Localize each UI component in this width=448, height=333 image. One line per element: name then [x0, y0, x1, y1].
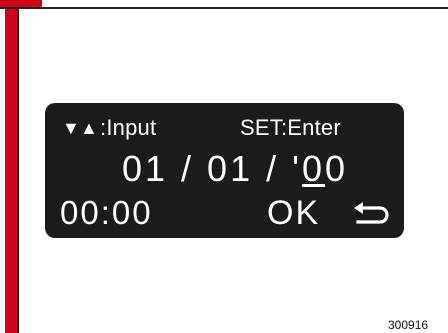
top-rule — [0, 7, 448, 9]
figure-number: 300916 — [388, 318, 429, 332]
set-enter-hint: SET:Enter — [240, 115, 341, 140]
input-hint: :Input — [100, 115, 157, 140]
date-last-digit: 0 — [325, 148, 349, 189]
top-red-tab — [0, 0, 42, 7]
hint-row: ▼▲:Input SET:Enter — [62, 115, 341, 141]
up-down-arrows-icon: ▼▲ — [62, 118, 99, 138]
date-cursor-digit: 0 — [301, 148, 326, 189]
lcd-display: ▼▲:Input SET:Enter 01 / 01 / '00 00:00 O… — [45, 103, 404, 238]
figure-frame: ▼▲:Input SET:Enter 01 / 01 / '00 00:00 O… — [0, 0, 448, 333]
left-red-bar — [5, 9, 17, 333]
date-text: 01 / 01 / ' — [122, 148, 302, 189]
date-readout: 01 / 01 / '00 — [122, 149, 348, 189]
time-readout: 00:00 — [60, 194, 153, 231]
ok-label: OK — [267, 194, 321, 232]
return-arrow-icon — [354, 202, 389, 224]
left-rule — [17, 9, 19, 333]
